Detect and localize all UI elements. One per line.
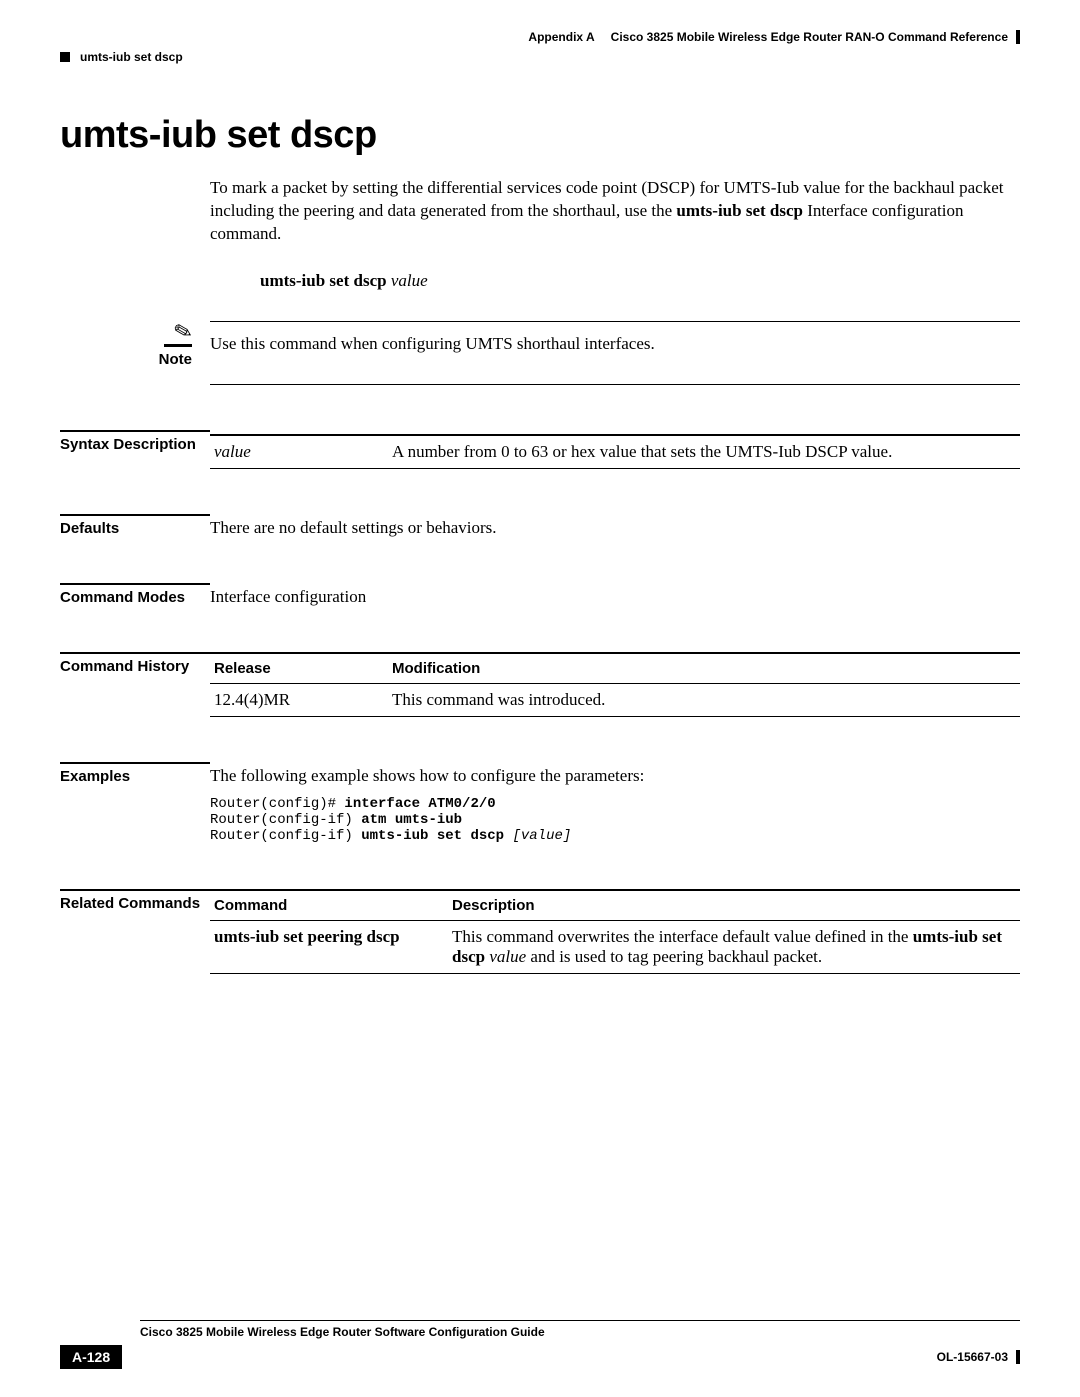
code-cmd: umts-iub set dscp [361,828,512,844]
section-command-history: Command History Release Modification 12.… [60,652,1020,717]
doc-id: OL-15667-03 [937,1350,1020,1364]
intro-cmd: umts-iub set dscp [676,201,803,220]
page-number: A-128 [60,1345,122,1369]
body-examples: The following example shows how to confi… [210,762,1020,844]
intro-paragraph: To mark a packet by setting the differen… [210,177,1020,246]
content-area: To mark a packet by setting the differen… [210,177,1020,291]
code-prompt: Router(config)# [210,796,344,812]
square-bullet-icon [60,52,70,62]
body-command-history: Release Modification 12.4(4)MR This comm… [210,652,1020,717]
footer-guide-title: Cisco 3825 Mobile Wireless Edge Router S… [140,1325,1020,1339]
code-arg: [value] [512,828,571,844]
section-examples: Examples The following example shows how… [60,762,1020,844]
note-label: Note [159,351,192,368]
section-related-commands: Related Commands Command Description umt… [60,889,1020,974]
syntax-param: value [210,436,388,468]
running-head: umts-iub set dscp [60,50,1020,64]
code-block: Router(config)# interface ATM0/2/0 Route… [210,796,1020,844]
code-cmd: interface ATM0/2/0 [344,796,495,812]
related-table: Command Description umts-iub set peering… [210,889,1020,974]
syntax-param-desc: A number from 0 to 63 or hex value that … [388,436,1020,468]
history-release: 12.4(4)MR [210,683,388,716]
rel-desc-italic: value [485,947,526,966]
page: Appendix A Cisco 3825 Mobile Wireless Ed… [0,0,1080,1397]
history-modification: This command was introduced. [388,683,1020,716]
code-cmd: atm umts-iub [361,812,462,828]
page-title: umts-iub set dscp [60,114,1020,157]
pencil-icon: ✎ [171,319,195,345]
col-description: Description [448,890,1020,921]
section-defaults: Defaults There are no default settings o… [60,514,1020,538]
table-row: value A number from 0 to 63 or hex value… [210,436,1020,468]
syntax-cmd: umts-iub set dscp [260,271,387,290]
table-header-row: Release Modification [210,653,1020,684]
label-command-modes: Command Modes [60,583,210,606]
col-command: Command [210,890,448,921]
col-modification: Modification [388,653,1020,684]
related-description: This command overwrites the interface de… [448,920,1020,973]
footer-bar: A-128 OL-15667-03 [60,1345,1020,1369]
code-prompt: Router(config-if) [210,828,361,844]
body-command-modes: Interface configuration [210,583,1020,607]
body-defaults: There are no default settings or behavio… [210,514,1020,538]
label-syntax-description: Syntax Description [60,430,210,453]
note-body: Use this command when configuring UMTS s… [210,321,1020,385]
note-block: ✎ Note Use this command when configuring… [60,321,1020,385]
examples-intro: The following example shows how to confi… [210,766,644,785]
body-syntax-description: value A number from 0 to 63 or hex value… [210,430,1020,469]
related-command: umts-iub set peering dscp [210,920,448,973]
page-header: Appendix A Cisco 3825 Mobile Wireless Ed… [60,30,1020,44]
syntax-table: value A number from 0 to 63 or hex value… [210,436,1020,468]
page-footer: Cisco 3825 Mobile Wireless Edge Router S… [60,1320,1020,1369]
label-command-history: Command History [60,658,189,675]
col-release: Release [210,653,388,684]
syntax-usage: umts-iub set dscp value [260,271,1020,291]
table-row: 12.4(4)MR This command was introduced. [210,683,1020,716]
code-prompt: Router(config-if) [210,812,361,828]
rel-desc-1: This command overwrites the interface de… [452,927,913,946]
doc-title: Cisco 3825 Mobile Wireless Edge Router R… [611,30,1008,44]
table-header-row: Command Description [210,890,1020,921]
label-related-commands: Related Commands [60,895,200,912]
body-related-commands: Command Description umts-iub set peering… [210,889,1020,974]
table-row: umts-iub set peering dscp This command o… [210,920,1020,973]
note-icon-column: ✎ Note [60,321,210,368]
label-examples: Examples [60,762,210,785]
label-defaults: Defaults [60,514,210,537]
appendix-label: Appendix A [528,30,594,44]
section-command-modes: Command Modes Interface configuration [60,583,1020,607]
running-head-text: umts-iub set dscp [80,50,183,64]
footer-rule [140,1320,1020,1321]
section-syntax-description: Syntax Description value A number from 0… [60,430,1020,469]
syntax-arg: value [391,271,428,290]
history-table: Release Modification 12.4(4)MR This comm… [210,652,1020,717]
rel-desc-2: and is used to tag peering backhaul pack… [526,947,822,966]
